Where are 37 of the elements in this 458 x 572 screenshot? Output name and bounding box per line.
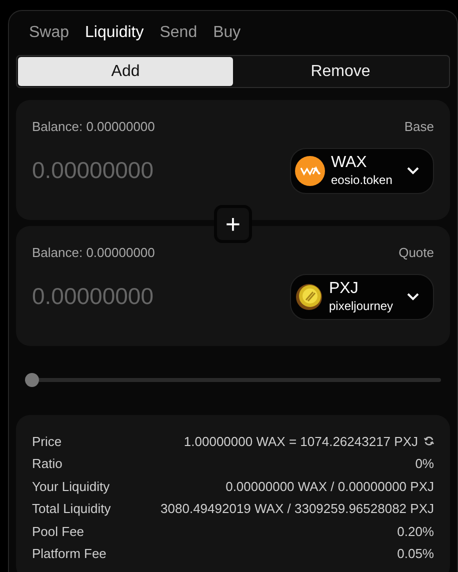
tab[interactable]: Swap [29,21,70,45]
wax-logo-icon [295,156,325,186]
detail-label: Total Liquidity [32,500,111,518]
balance-label: Balance: 0.00000000 [32,118,155,136]
detail-label: Price [32,432,62,450]
balance-label: Balance: 0.00000000 [32,244,155,262]
tab[interactable]: Buy [213,21,241,45]
slider-thumb[interactable] [25,373,39,387]
detail-value: 0.00000000 WAX / 0.00000000 PXJ [226,478,434,496]
token-symbol: WAX [331,153,367,173]
token-selector[interactable]: WAX eosio.token [290,148,434,194]
role-label: Quote [398,244,434,262]
detail-value: 0% [415,455,434,473]
refresh-icon[interactable] [424,436,434,446]
detail-label: Platform Fee [32,545,106,563]
tab[interactable]: Liquidity [85,21,144,45]
detail-label: Your Liquidity [32,478,110,496]
amount-field[interactable]: 0.00000000 [32,153,212,188]
token-selector[interactable]: PXJ pixeljourney [290,274,434,320]
detail-value: 0.20% [397,522,434,540]
token-symbol: PXJ [329,279,358,299]
detail-label: Ratio [32,455,62,473]
detail-value: 1.00000000 WAX = 1074.26243217 PXJ [184,432,418,450]
detail-value: 3080.49492019 WAX / 3309259.96528082 PXJ [160,500,434,518]
tab[interactable]: Send [160,21,198,45]
role-label: Base [404,118,434,136]
mode-button[interactable]: Add [18,57,233,86]
plus-button[interactable]: + [214,205,252,243]
coin-icon [295,282,323,310]
mode-button[interactable]: Remove [233,57,448,86]
detail-value: 0.05% [397,545,434,563]
detail-label: Pool Fee [32,522,84,540]
amount-field[interactable]: 0.00000000 [32,279,212,314]
token-contract: eosio.token [331,173,392,188]
chevron-down-icon [407,166,419,174]
token-contract: pixeljourney [329,299,394,314]
chevron-down-icon [407,292,419,300]
